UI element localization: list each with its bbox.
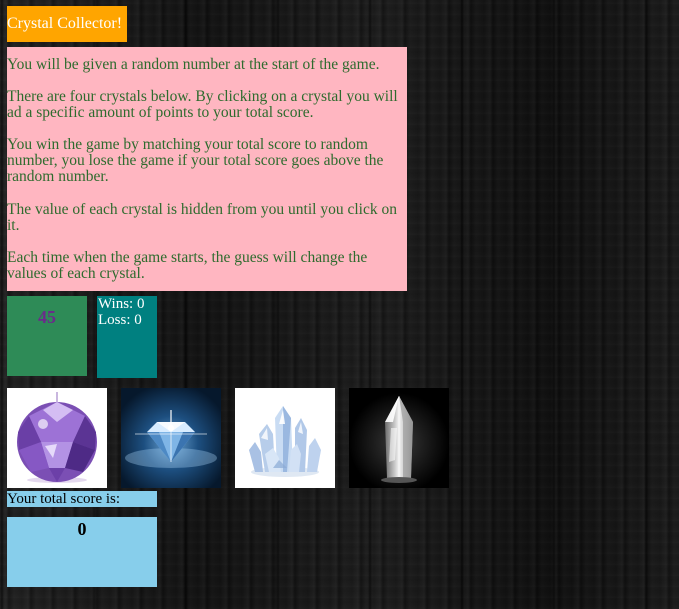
game-title: Crystal Collector! — [7, 6, 127, 42]
crystal-button-1[interactable] — [7, 388, 107, 488]
losses-counter: Loss: 0 — [98, 312, 142, 328]
crystal-button-3[interactable] — [235, 388, 335, 488]
instruction-paragraph: You will be given a random number at the… — [7, 56, 380, 73]
crystal-button-2[interactable] — [121, 388, 221, 488]
blue-crystal-cluster-icon — [235, 388, 335, 488]
wins-counter: Wins: 0 — [98, 296, 145, 312]
win-loss-panel: Wins: 0 Loss: 0 — [97, 296, 157, 378]
random-number-box: 45 — [7, 296, 87, 376]
instruction-paragraph: There are four crystals below. By clicki… — [7, 88, 398, 121]
total-score-box: 0 — [7, 517, 157, 587]
instruction-paragraph: You win the game by matching your total … — [7, 136, 384, 185]
instruction-paragraph: Each time when the game starts, the gues… — [7, 249, 368, 282]
clear-quartz-crystal-icon — [349, 388, 449, 488]
instruction-paragraph: The value of each crystal is hidden from… — [7, 201, 397, 234]
instructions-panel: You will be given a random number at the… — [7, 47, 407, 291]
total-score-label: Your total score is: — [7, 491, 157, 507]
blue-diamond-icon — [121, 388, 221, 488]
total-score-value: 0 — [77, 519, 87, 539]
random-number: 45 — [38, 307, 56, 327]
crystal-button-4[interactable] — [349, 388, 449, 488]
purple-faceted-crystal-icon — [7, 388, 107, 488]
